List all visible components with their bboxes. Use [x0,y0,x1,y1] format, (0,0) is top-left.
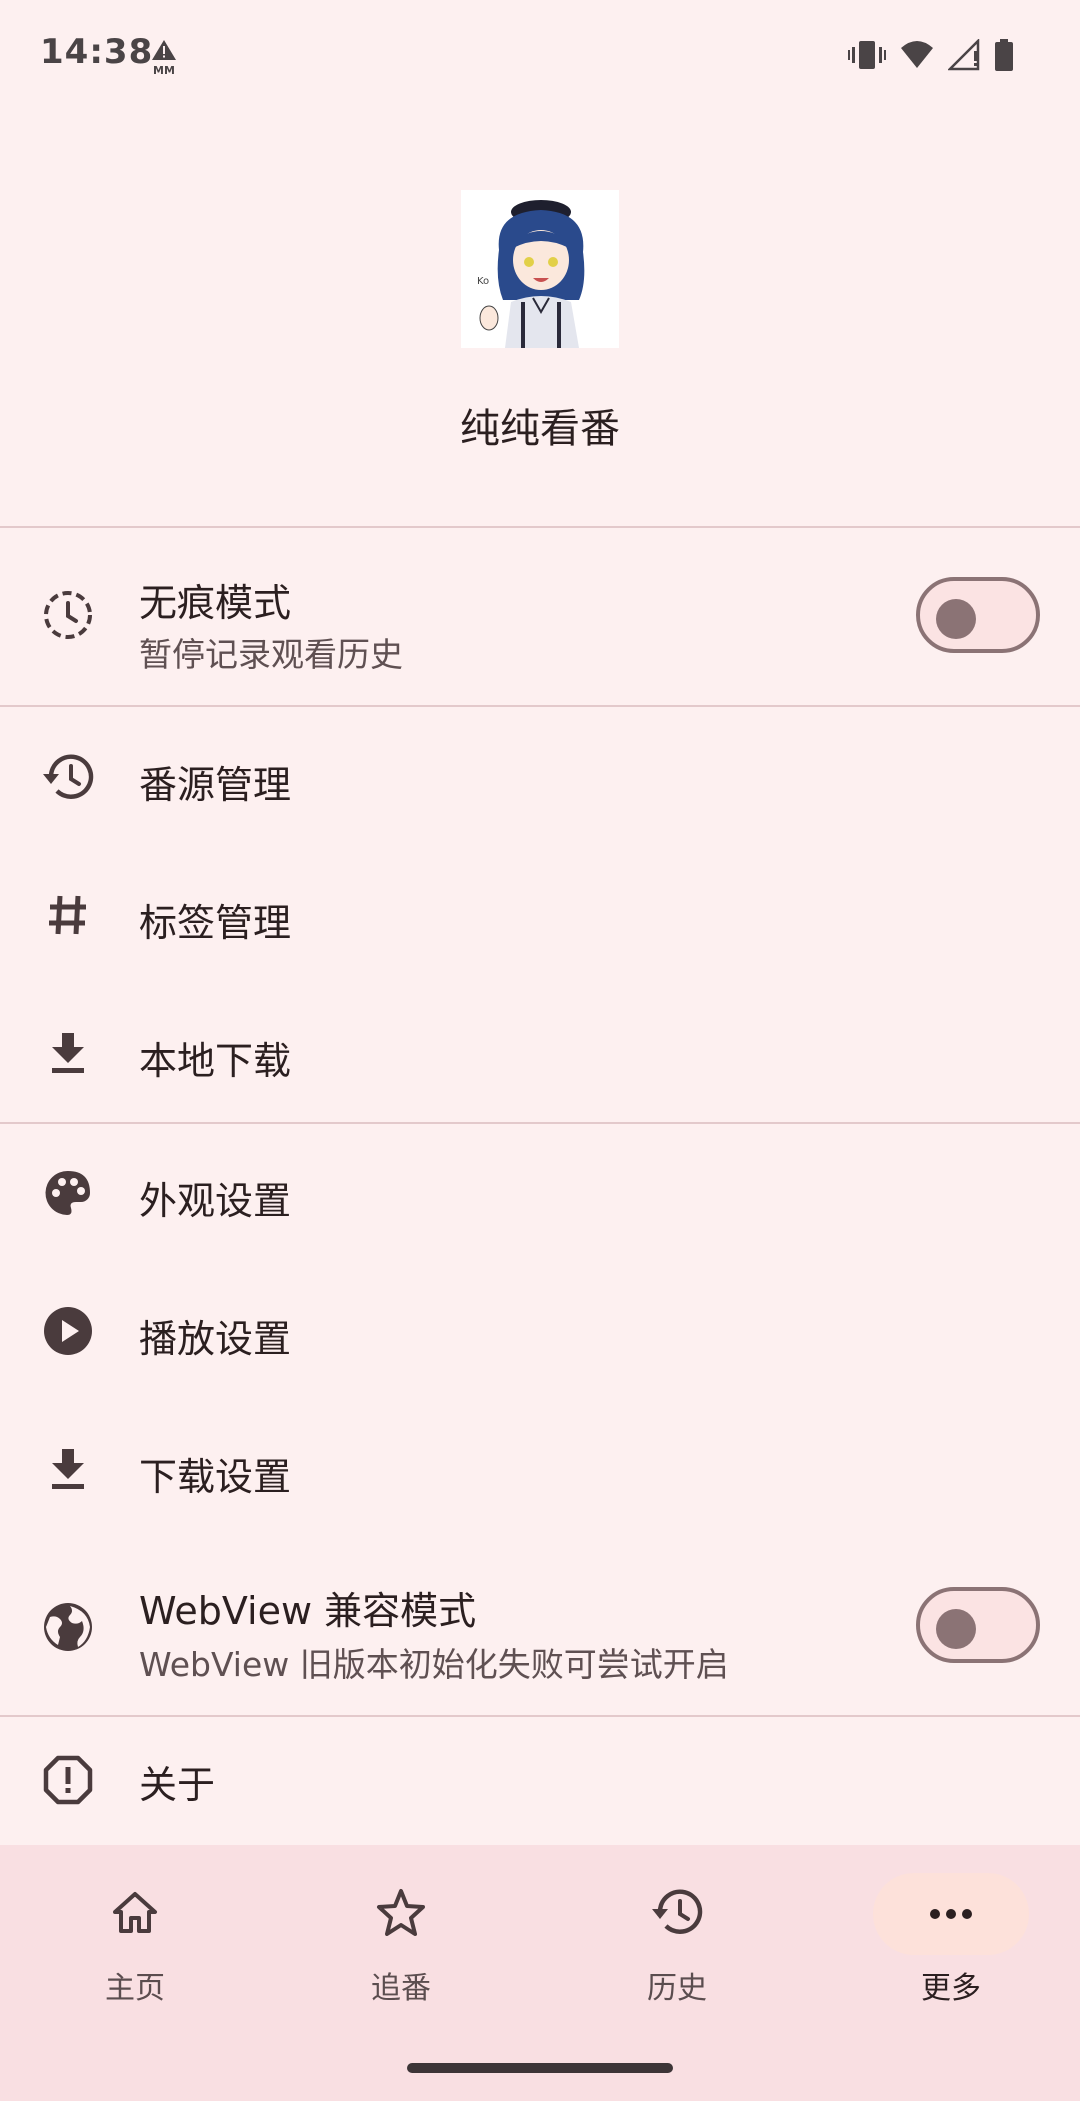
home-icon [111,1890,159,1938]
nav-follow-label: 追番 [371,1971,431,2006]
signal-icon [946,37,980,75]
incognito-toggle[interactable] [916,577,1040,653]
hashtag-icon [40,887,96,943]
app-avatar: Ko [461,190,619,348]
local-download-title: 本地下载 [139,1039,292,1083]
incognito-mode-item[interactable]: 无痕模式 暂停记录观看历史 [0,530,1080,704]
webview-compat-toggle[interactable] [916,1587,1040,1663]
appearance-title: 外观设置 [139,1179,292,1223]
nav-history[interactable]: 历史 [542,1845,812,2045]
alert-mm-icon: MM [148,38,180,78]
nav-icon-pill [873,1873,1029,1955]
nav-home-label: 主页 [105,1971,165,2006]
about-item[interactable]: 关于 [0,1718,1080,1846]
tag-manage-title: 标签管理 [139,901,292,945]
download-icon [40,1441,96,1497]
divider [0,526,1080,528]
source-manage-item[interactable]: 番源管理 [0,708,1080,846]
nav-icon-pill [57,1873,213,1955]
status-time: 14:38 [40,32,154,72]
nav-follow[interactable]: 追番 [266,1845,536,2045]
app-name: 纯纯看番 [460,406,620,452]
nav-icon-pill [599,1873,755,1955]
incognito-subtitle: 暂停记录观看历史 [139,635,403,674]
toggle-knob [936,1609,976,1649]
palette-icon [40,1165,96,1221]
info-alert-icon [40,1752,96,1808]
svg-text:Ko: Ko [477,276,489,287]
toggle-knob [936,599,976,639]
nav-icon-pill [323,1873,479,1955]
divider [0,1715,1080,1717]
download-settings-item[interactable]: 下载设置 [0,1400,1080,1538]
nav-more[interactable]: 更多 [816,1845,1080,2045]
about-title: 关于 [139,1763,216,1807]
nav-history-label: 历史 [647,1971,707,2006]
globe-icon [40,1599,96,1655]
profile-header: Ko 纯纯看番 [0,190,1080,454]
source-manage-title: 番源管理 [139,763,292,807]
home-indicator[interactable] [407,2063,673,2073]
history-icon [650,1887,704,1941]
battery-icon [994,39,1014,75]
nav-more-label: 更多 [921,1971,981,2006]
incognito-title: 无痕模式 [139,581,292,625]
timer-dashed-icon [40,587,96,643]
playback-item[interactable]: 播放设置 [0,1262,1080,1400]
status-bar: 14:38 MM [0,0,1080,112]
nav-home[interactable]: 主页 [0,1845,270,2045]
download-icon [40,1025,96,1081]
webview-compat-title: WebView 兼容模式 [139,1589,477,1633]
play-circle-icon [40,1303,96,1359]
local-download-item[interactable]: 本地下载 [0,984,1080,1122]
more-horiz-icon [929,1905,973,1924]
playback-title: 播放设置 [139,1317,292,1361]
history-icon [40,749,96,805]
vibrate-icon [848,38,886,76]
appearance-item[interactable]: 外观设置 [0,1124,1080,1262]
webview-compat-item[interactable]: WebView 兼容模式 WebView 旧版本初始化失败可尝试开启 [0,1540,1080,1714]
download-settings-title: 下载设置 [139,1455,292,1499]
svg-text:MM: MM [153,64,175,77]
webview-compat-subtitle: WebView 旧版本初始化失败可尝试开启 [139,1645,729,1684]
divider [0,705,1080,707]
wifi-icon [900,40,934,74]
star-icon [376,1888,426,1940]
tag-manage-item[interactable]: 标签管理 [0,846,1080,984]
